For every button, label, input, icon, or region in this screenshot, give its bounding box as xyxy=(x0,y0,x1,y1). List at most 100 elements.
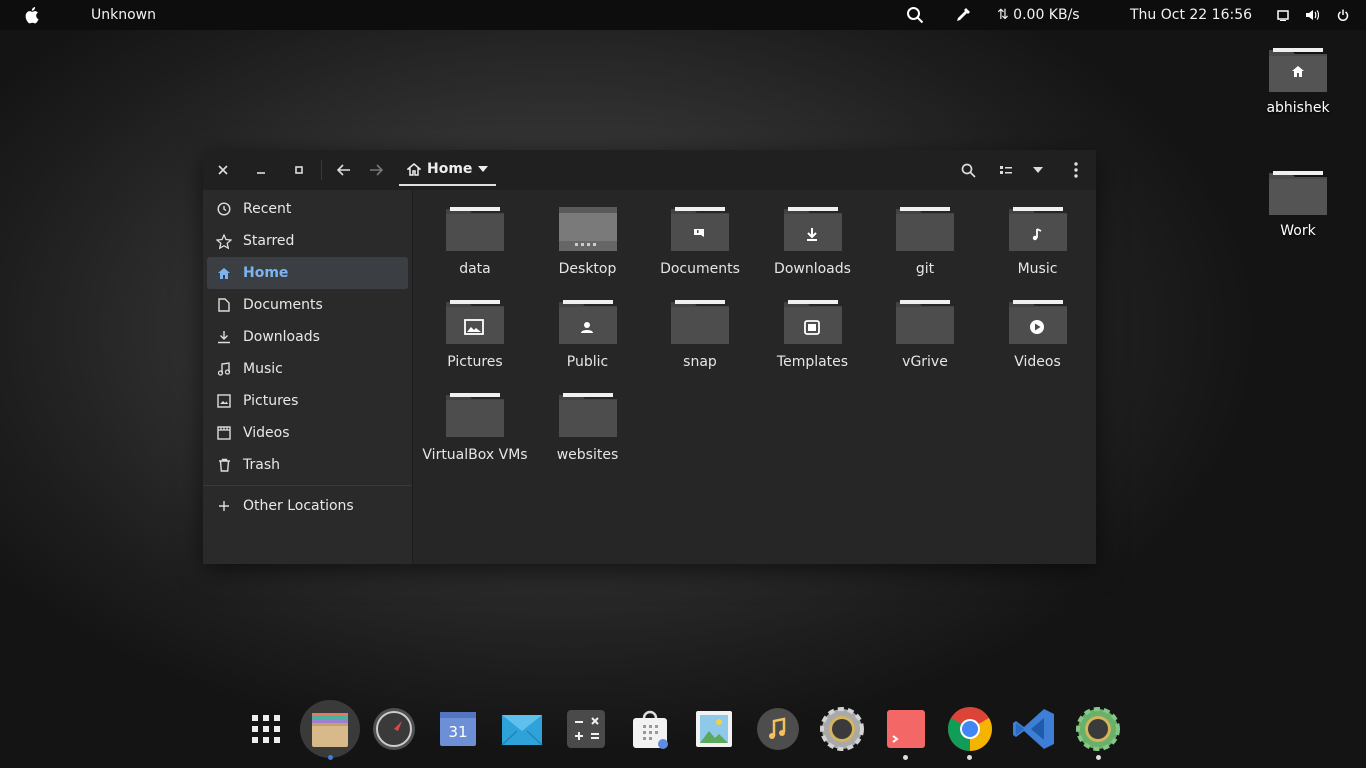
sidebar-item-recent[interactable]: Recent xyxy=(207,193,408,225)
folder-icon xyxy=(896,207,954,251)
calendar-icon[interactable]: 31 xyxy=(435,706,481,752)
network-speed[interactable]: ⇅ 0.00 KB/s xyxy=(997,0,1080,30)
sidebar-item-pictures[interactable]: Pictures xyxy=(207,385,408,417)
file-item[interactable]: VirtualBox VMs xyxy=(419,391,531,464)
breadcrumb[interactable]: Home xyxy=(399,154,497,186)
sidebar-item-label: Music xyxy=(243,361,283,377)
arrow-left-icon xyxy=(337,164,350,176)
vscode-icon[interactable] xyxy=(1011,706,1057,752)
screen-icon[interactable] xyxy=(1277,0,1289,30)
file-item[interactable]: vGrive xyxy=(869,298,981,371)
header-bar: Home xyxy=(203,150,1096,190)
power-icon[interactable] xyxy=(1337,0,1349,30)
file-item[interactable]: websites xyxy=(532,391,644,464)
file-item[interactable]: data xyxy=(419,205,531,278)
picture-icon xyxy=(215,392,233,410)
files-icon[interactable] xyxy=(307,706,353,752)
file-item[interactable]: Music xyxy=(982,205,1094,278)
apple-icon[interactable] xyxy=(25,0,41,30)
plus-icon xyxy=(215,497,233,515)
file-name: data xyxy=(459,261,491,277)
sidebar-item-videos[interactable]: Videos xyxy=(207,417,408,449)
view-toggle-button[interactable] xyxy=(994,158,1018,182)
file-manager-window: Home Recent Starred Home Documents Downl… xyxy=(203,150,1096,564)
system-settings-icon[interactable] xyxy=(1075,706,1121,752)
volume-icon[interactable] xyxy=(1305,0,1319,30)
sidebar-item-label: Documents xyxy=(243,297,323,313)
folder-icon xyxy=(558,300,617,344)
close-button[interactable] xyxy=(211,158,235,182)
desktop-icon-home[interactable]: abhishek xyxy=(1258,46,1338,116)
software-store-icon[interactable] xyxy=(627,706,673,752)
file-name: Desktop xyxy=(558,261,617,277)
calculator-icon[interactable] xyxy=(563,706,609,752)
color-picker-icon[interactable] xyxy=(954,0,972,30)
folder-icon xyxy=(671,300,729,344)
chrome-icon[interactable] xyxy=(947,706,993,752)
folder-icon xyxy=(446,393,504,437)
file-item[interactable]: Templates xyxy=(757,298,869,371)
search-icon[interactable] xyxy=(906,0,924,30)
kebab-menu-icon xyxy=(1074,162,1078,178)
sidebar-item-label: Videos xyxy=(243,425,290,441)
file-name: Pictures xyxy=(447,354,503,370)
file-name: Downloads xyxy=(774,261,851,277)
sidebar-item-documents[interactable]: Documents xyxy=(207,289,408,321)
sidebar-item-label: Home xyxy=(243,265,289,281)
settings-icon[interactable] xyxy=(819,706,865,752)
file-item[interactable]: snap xyxy=(644,298,756,371)
menu-button[interactable] xyxy=(1064,158,1088,182)
file-name: Videos xyxy=(1014,354,1061,370)
star-icon xyxy=(215,232,233,250)
desktop-folder-icon xyxy=(558,207,617,251)
file-grid: data Desktop Documents Downloads git Music Pic… xyxy=(413,190,1096,564)
clock-icon xyxy=(215,200,233,218)
sidebar-item-other-locations[interactable]: Other Locations xyxy=(207,490,408,522)
file-item[interactable]: git xyxy=(869,205,981,278)
image-viewer-icon[interactable] xyxy=(691,706,737,752)
file-item[interactable]: Downloads xyxy=(757,205,869,278)
sidebar-item-downloads[interactable]: Downloads xyxy=(207,321,408,353)
search-button[interactable] xyxy=(956,158,980,182)
sidebar-item-trash[interactable]: Trash xyxy=(207,449,408,481)
active-app-name[interactable]: Unknown xyxy=(91,0,156,30)
view-options-button[interactable] xyxy=(1026,158,1050,182)
sidebar-item-label: Starred xyxy=(243,233,295,249)
minimize-icon xyxy=(257,172,265,174)
forward-button[interactable] xyxy=(364,158,388,182)
running-indicator xyxy=(1096,755,1101,760)
file-name: Public xyxy=(566,354,609,370)
file-item[interactable]: Public xyxy=(532,298,644,371)
folder-icon xyxy=(896,300,954,344)
music-icon xyxy=(215,360,233,378)
minimize-button[interactable] xyxy=(249,158,273,182)
desktop-icon-label: Work xyxy=(1280,223,1316,239)
music-player-icon[interactable] xyxy=(755,706,801,752)
file-item[interactable]: Documents xyxy=(644,205,756,278)
file-item[interactable]: Pictures xyxy=(419,298,531,371)
sidebar-item-music[interactable]: Music xyxy=(207,353,408,385)
chevron-down-icon xyxy=(1033,167,1043,173)
sidebar-item-starred[interactable]: Starred xyxy=(207,225,408,257)
video-icon xyxy=(215,424,233,442)
file-item[interactable]: Desktop xyxy=(532,205,644,278)
app-grid-icon[interactable] xyxy=(243,706,289,752)
folder-icon xyxy=(446,300,504,344)
compass-icon[interactable] xyxy=(371,706,417,752)
terminal-icon[interactable] xyxy=(883,706,929,752)
desktop-icon-work[interactable]: Work xyxy=(1258,169,1338,239)
mail-icon[interactable] xyxy=(499,706,545,752)
file-item[interactable]: Videos xyxy=(982,298,1094,371)
file-name: VirtualBox VMs xyxy=(422,447,528,463)
clock[interactable]: Thu Oct 22 16:56 xyxy=(1130,0,1252,30)
desktop-icon-label: abhishek xyxy=(1266,100,1330,116)
folder-icon xyxy=(783,207,842,251)
sidebar-item-home[interactable]: Home xyxy=(207,257,408,289)
maximize-icon xyxy=(295,166,303,174)
trash-icon xyxy=(215,456,233,474)
running-indicator xyxy=(328,755,333,760)
sidebar-separator xyxy=(203,485,412,486)
maximize-button[interactable] xyxy=(287,158,311,182)
sidebar-item-label: Recent xyxy=(243,201,292,217)
back-button[interactable] xyxy=(332,158,356,182)
